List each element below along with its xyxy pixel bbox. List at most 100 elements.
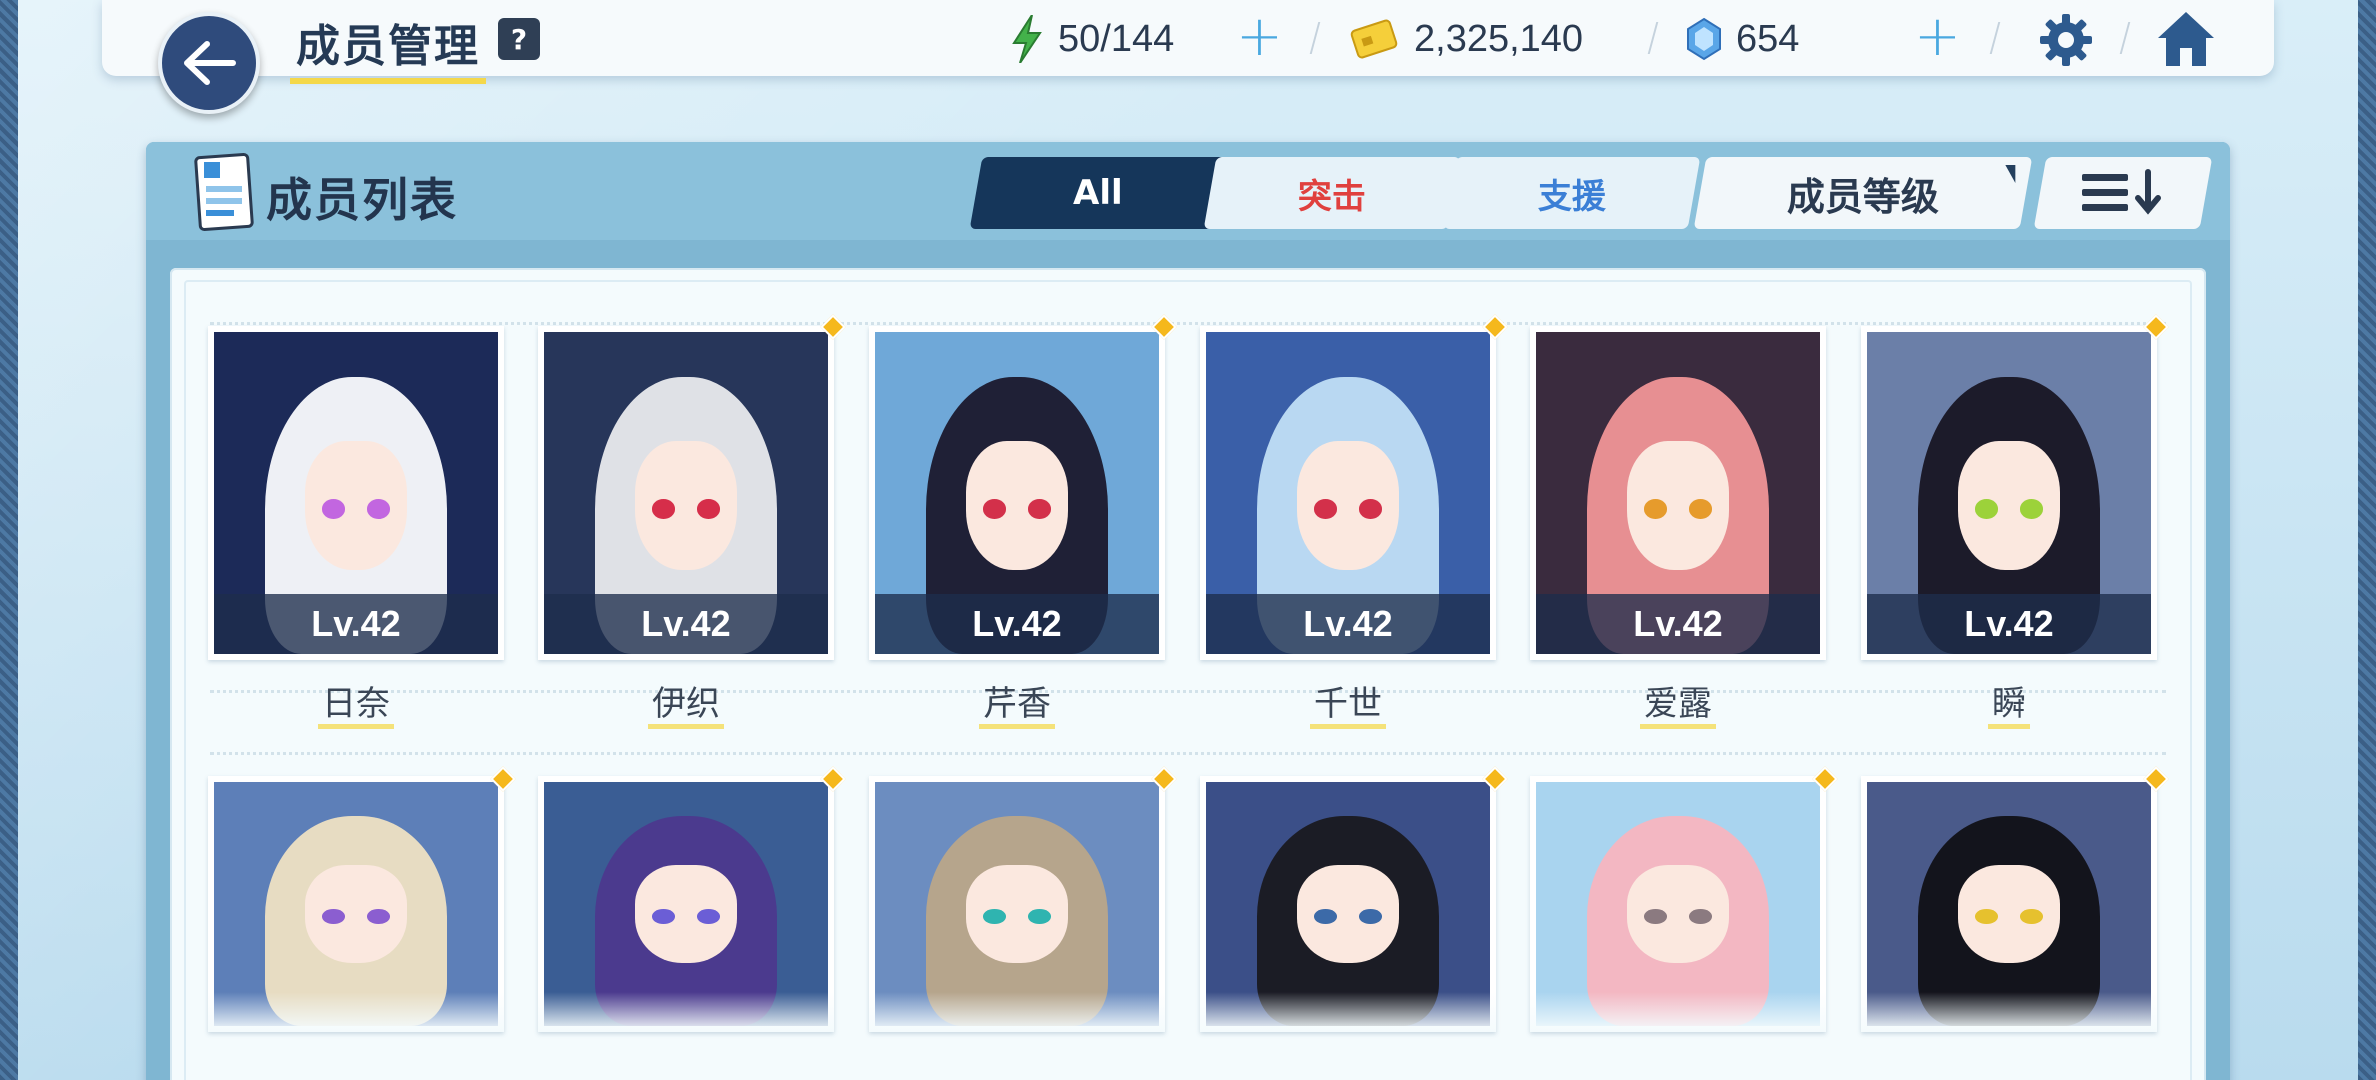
portrait-eye [1313, 499, 1337, 519]
portrait-eye [1689, 908, 1713, 924]
member-level: Lv.42 [1867, 594, 2151, 654]
portrait-eye [321, 499, 345, 519]
portrait-eye [367, 499, 391, 519]
portrait-eye [982, 908, 1006, 924]
gems-display: 654 [1686, 14, 1799, 64]
member-card[interactable] [1530, 776, 1826, 1032]
member-card[interactable]: Lv.42 [1861, 326, 2157, 660]
member-portrait [1536, 782, 1820, 1026]
gem-icon [1687, 17, 1721, 61]
portrait-face [1296, 441, 1400, 571]
member-name: 日奈 [208, 676, 504, 729]
member-name-text: 千世 [1310, 684, 1386, 729]
filter-tab-label: 突击 [1298, 176, 1366, 217]
help-button[interactable]: ? [498, 18, 540, 60]
screen-edge-left [0, 0, 18, 1080]
sort-order-icon [2082, 169, 2161, 215]
portrait-eye [1359, 908, 1383, 924]
member-portrait [1867, 782, 2151, 1026]
portrait-face [1957, 864, 2061, 963]
portrait-eye [321, 908, 345, 924]
member-card[interactable] [1861, 776, 2157, 1032]
sort-order-button[interactable] [2033, 157, 2213, 229]
row-divider [210, 752, 2166, 755]
arrow-left-icon [184, 41, 236, 85]
portrait-face [1626, 864, 1730, 963]
member-level: Lv.42 [875, 594, 1159, 654]
filter-tab-striker[interactable]: 突击 [1203, 157, 1461, 229]
portrait-eye [982, 499, 1006, 519]
portrait-face [1957, 441, 2061, 571]
member-portrait [875, 782, 1159, 1026]
card-fade [538, 992, 834, 1032]
portrait-eye [1643, 499, 1667, 519]
portrait-eye [1359, 499, 1383, 519]
page-title: 成员管理 [290, 6, 486, 84]
portrait-eye [651, 908, 675, 924]
member-name-text: 伊织 [648, 684, 724, 729]
home-button[interactable] [2154, 8, 2218, 74]
portrait-eye [1689, 499, 1713, 519]
title-wrap: 成员管理 [290, 6, 486, 84]
member-level: Lv.42 [544, 594, 828, 654]
member-name: 伊织 [538, 676, 834, 729]
member-card[interactable]: Lv.42 [208, 326, 504, 660]
lightning-icon [1012, 15, 1042, 63]
card-fade [208, 992, 504, 1032]
member-name-text: 芹香 [979, 684, 1055, 729]
screen-edge-right [2358, 0, 2376, 1080]
member-card[interactable] [208, 776, 504, 1032]
sort-dropdown[interactable]: 成员等级 [1693, 157, 2033, 229]
member-name-text: 日奈 [318, 684, 394, 729]
portrait-face [304, 864, 408, 963]
portrait-eye [1974, 499, 1998, 519]
member-level: Lv.42 [214, 594, 498, 654]
member-name: 芹香 [869, 676, 1165, 729]
member-card[interactable]: Lv.42 [1200, 326, 1496, 660]
portrait-eye [697, 908, 721, 924]
portrait-eye [2020, 908, 2044, 924]
member-name: 爱露 [1530, 676, 1826, 729]
credits-value: 2,325,140 [1414, 17, 1584, 60]
member-name: 瞬 [1861, 676, 2157, 729]
member-portrait [1206, 782, 1490, 1026]
member-card[interactable]: Lv.42 [1530, 326, 1826, 660]
member-level: Lv.42 [1536, 594, 1820, 654]
panel-title: 成员列表 [266, 173, 458, 227]
member-card[interactable] [1200, 776, 1496, 1032]
card-fade [1530, 992, 1826, 1032]
portrait-eye [1974, 908, 1998, 924]
card-fade [1200, 992, 1496, 1032]
document-list-icon [190, 150, 256, 238]
filter-tab-all[interactable]: All [969, 157, 1227, 229]
portrait-face [965, 441, 1069, 571]
portrait-face [634, 864, 738, 963]
home-icon [2158, 12, 2214, 66]
portrait-face [965, 864, 1069, 963]
portrait-eye [367, 908, 391, 924]
member-portrait [544, 782, 828, 1026]
settings-button[interactable] [2036, 10, 2096, 74]
portrait-eye [2020, 499, 2044, 519]
member-name-text: 爱露 [1640, 684, 1716, 729]
member-card[interactable] [869, 776, 1165, 1032]
portrait-eye [1028, 908, 1052, 924]
filter-tab-label: All [1073, 173, 1123, 213]
add-gems-button[interactable]: + [1914, 9, 1961, 65]
member-name-text: 瞬 [1988, 684, 2030, 729]
filter-tab-special[interactable]: 支援 [1443, 157, 1701, 229]
portrait-eye [1028, 499, 1052, 519]
portrait-face [1296, 864, 1400, 963]
portrait-eye [1313, 908, 1337, 924]
member-card[interactable]: Lv.42 [538, 326, 834, 660]
gems-value: 654 [1736, 17, 1800, 60]
card-fade [869, 992, 1165, 1032]
member-card[interactable]: Lv.42 [869, 326, 1165, 660]
card-fade [1861, 992, 2157, 1032]
member-card[interactable] [538, 776, 834, 1032]
stamina-display: 50/144 [1010, 14, 1174, 64]
back-button[interactable] [158, 12, 260, 114]
portrait-face [1626, 441, 1730, 571]
add-stamina-button[interactable]: + [1236, 9, 1283, 65]
portrait-eye [1643, 908, 1667, 924]
